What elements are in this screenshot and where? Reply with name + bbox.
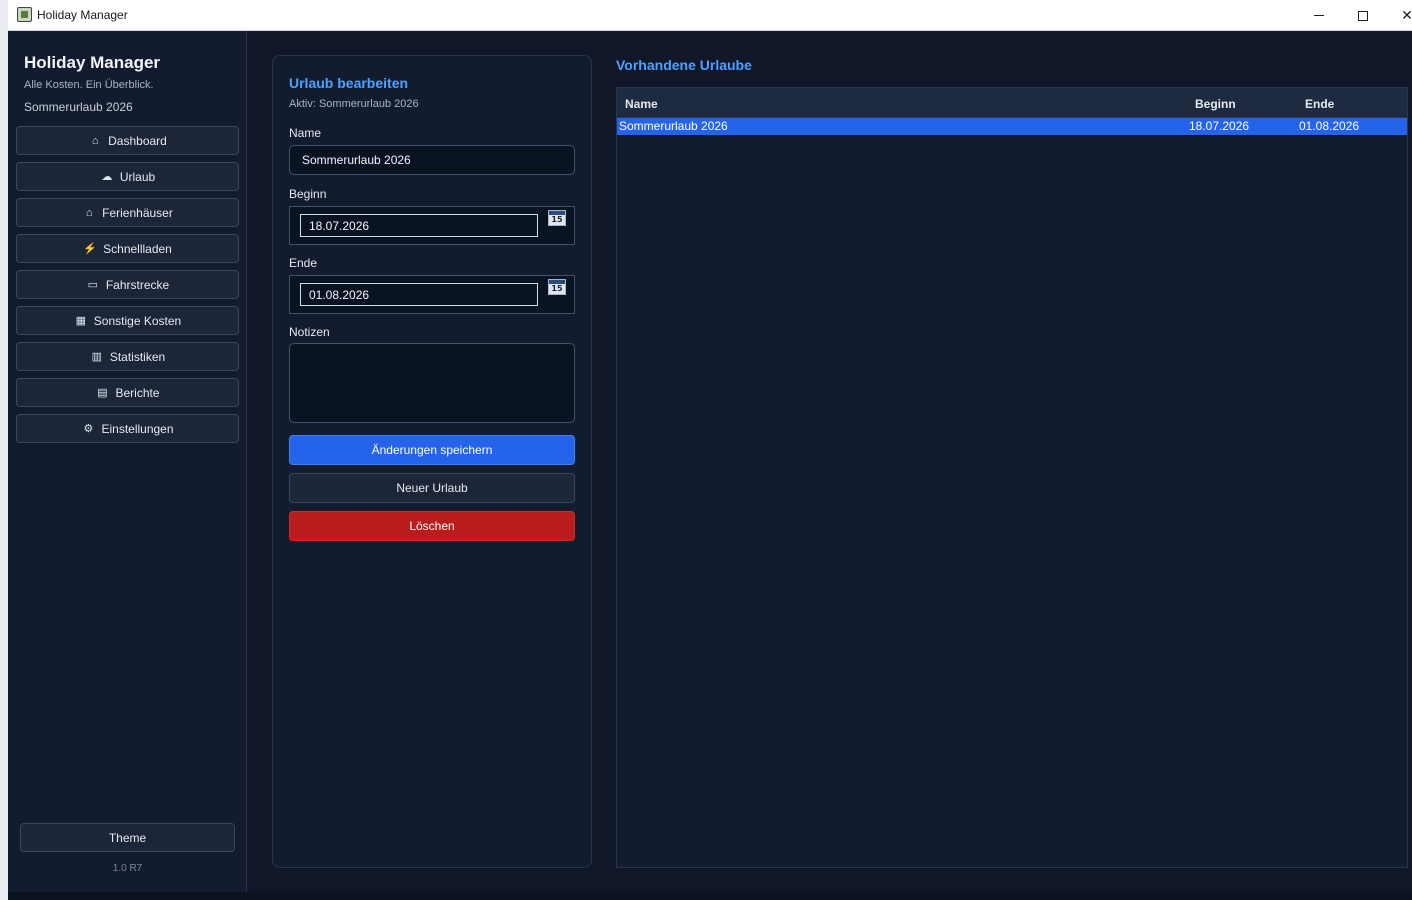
house-icon: ⌂ <box>85 206 93 219</box>
dashboard-icon: ⌂ <box>91 134 99 147</box>
end-date-picker: 01.08.2026 15 <box>289 275 575 314</box>
car-icon: ▭ <box>87 279 99 291</box>
start-date-picker: 18.07.2026 15 <box>289 206 575 245</box>
sidebar-item-label: Einstellungen <box>101 421 174 436</box>
minimize-icon <box>1314 15 1324 16</box>
theme-button[interactable]: Theme <box>20 823 235 852</box>
app-window: Holiday Manager ✕ Holiday Manager Alle K… <box>8 0 1412 892</box>
maximize-icon <box>1358 10 1368 21</box>
notes-textarea[interactable] <box>289 343 575 423</box>
version-label: 1.0 R7 <box>112 863 143 874</box>
active-trip-label: Sommerurlaub 2026 <box>24 100 133 114</box>
sidebar-item-fahrstrecke[interactable]: ▭ Fahrstrecke <box>16 270 239 299</box>
app-icon <box>17 7 32 22</box>
sidebar-item-label: Sonstige Kosten <box>93 313 182 328</box>
sidebar-item-label: Schnellladen <box>103 241 172 256</box>
sidebar-item-statistiken[interactable]: ▥ Statistiken <box>16 342 239 371</box>
notes-label: Notizen <box>289 325 330 339</box>
sidebar-item-label: Ferienhäuser <box>102 205 173 220</box>
sidebar-item-urlaub[interactable]: ☁ Urlaub <box>16 162 239 191</box>
new-vacation-button[interactable]: Neuer Urlaub <box>289 473 575 503</box>
vacation-icon: ☁ <box>101 171 113 183</box>
document-icon: ▤ <box>97 387 108 399</box>
calendar-icon[interactable]: 15 <box>548 279 566 295</box>
sidebar-item-label: Fahrstrecke <box>105 277 170 292</box>
sidebar-item-label: Statistiken <box>109 349 166 364</box>
cart-icon: ▦ <box>75 315 86 327</box>
vacation-table: Name Beginn Ende Sommerurlaub 2026 18.07… <box>616 87 1408 868</box>
cell-name: Sommerurlaub 2026 <box>619 119 728 133</box>
end-date-input[interactable]: 01.08.2026 <box>300 283 538 306</box>
sidebar-item-ferienhaeuser[interactable]: ⌂ Ferienhäuser <box>16 198 239 227</box>
edit-vacation-form: Urlaub bearbeiten Aktiv: Sommerurlaub 20… <box>272 55 592 868</box>
brand-title: Holiday Manager <box>24 53 161 72</box>
column-header-start[interactable]: Beginn <box>1195 97 1236 111</box>
close-icon: ✕ <box>1401 7 1412 24</box>
vacation-list-title: Vorhandene Urlaube <box>616 57 752 73</box>
start-label: Beginn <box>289 187 327 201</box>
table-header: Name Beginn Ende <box>617 88 1407 118</box>
start-date-input[interactable]: 18.07.2026 <box>300 214 538 237</box>
chart-icon: ▥ <box>91 351 103 363</box>
window-title: Holiday Manager <box>37 8 128 22</box>
form-subtitle: Aktiv: Sommerurlaub 2026 <box>289 98 419 110</box>
gear-icon: ⚙ <box>83 423 94 435</box>
save-changes-button[interactable]: Änderungen speichern <box>289 435 575 465</box>
end-label: Ende <box>289 256 318 270</box>
sidebar-item-schnellladen[interactable]: ⚡ Schnellladen <box>16 234 239 263</box>
title-bar[interactable]: Holiday Manager ✕ <box>8 0 1412 31</box>
sidebar-item-label: Berichte <box>115 385 160 400</box>
brand-subtitle: Alle Kosten. Ein Überblick. <box>24 79 154 91</box>
table-row[interactable]: Sommerurlaub 2026 18.07.2026 01.08.2026 <box>617 118 1407 135</box>
desktop-background <box>0 0 8 900</box>
calendar-icon[interactable]: 15 <box>548 210 566 226</box>
cell-end: 01.08.2026 <box>1299 119 1360 133</box>
maximize-button[interactable] <box>1340 0 1386 31</box>
sidebar-item-berichte[interactable]: ▤ Berichte <box>16 378 239 407</box>
column-header-end[interactable]: Ende <box>1305 97 1334 111</box>
sidebar-nav: ⌂ Dashboard ☁ Urlaub ⌂ Ferienhäuser ⚡ Schnel… <box>16 126 239 450</box>
cell-start: 18.07.2026 <box>1189 119 1250 133</box>
sidebar-item-label: Urlaub <box>119 169 156 184</box>
sidebar-item-sonstige-kosten[interactable]: ▦ Sonstige Kosten <box>16 306 239 335</box>
name-input[interactable]: Sommerurlaub 2026 <box>289 145 575 175</box>
name-label: Name <box>289 126 322 140</box>
sidebar-item-einstellungen[interactable]: ⚙ Einstellungen <box>16 414 239 443</box>
lightning-icon: ⚡ <box>83 243 97 255</box>
delete-button[interactable]: Löschen <box>289 511 575 541</box>
column-header-name[interactable]: Name <box>625 97 658 111</box>
sidebar-item-label: Dashboard <box>108 133 167 148</box>
form-title: Urlaub bearbeiten <box>289 75 409 91</box>
minimize-button[interactable] <box>1296 0 1342 31</box>
sidebar: Holiday Manager Alle Kosten. Ein Überbli… <box>8 31 247 892</box>
sidebar-item-dashboard[interactable]: ⌂ Dashboard <box>16 126 239 155</box>
close-button[interactable]: ✕ <box>1384 0 1412 31</box>
